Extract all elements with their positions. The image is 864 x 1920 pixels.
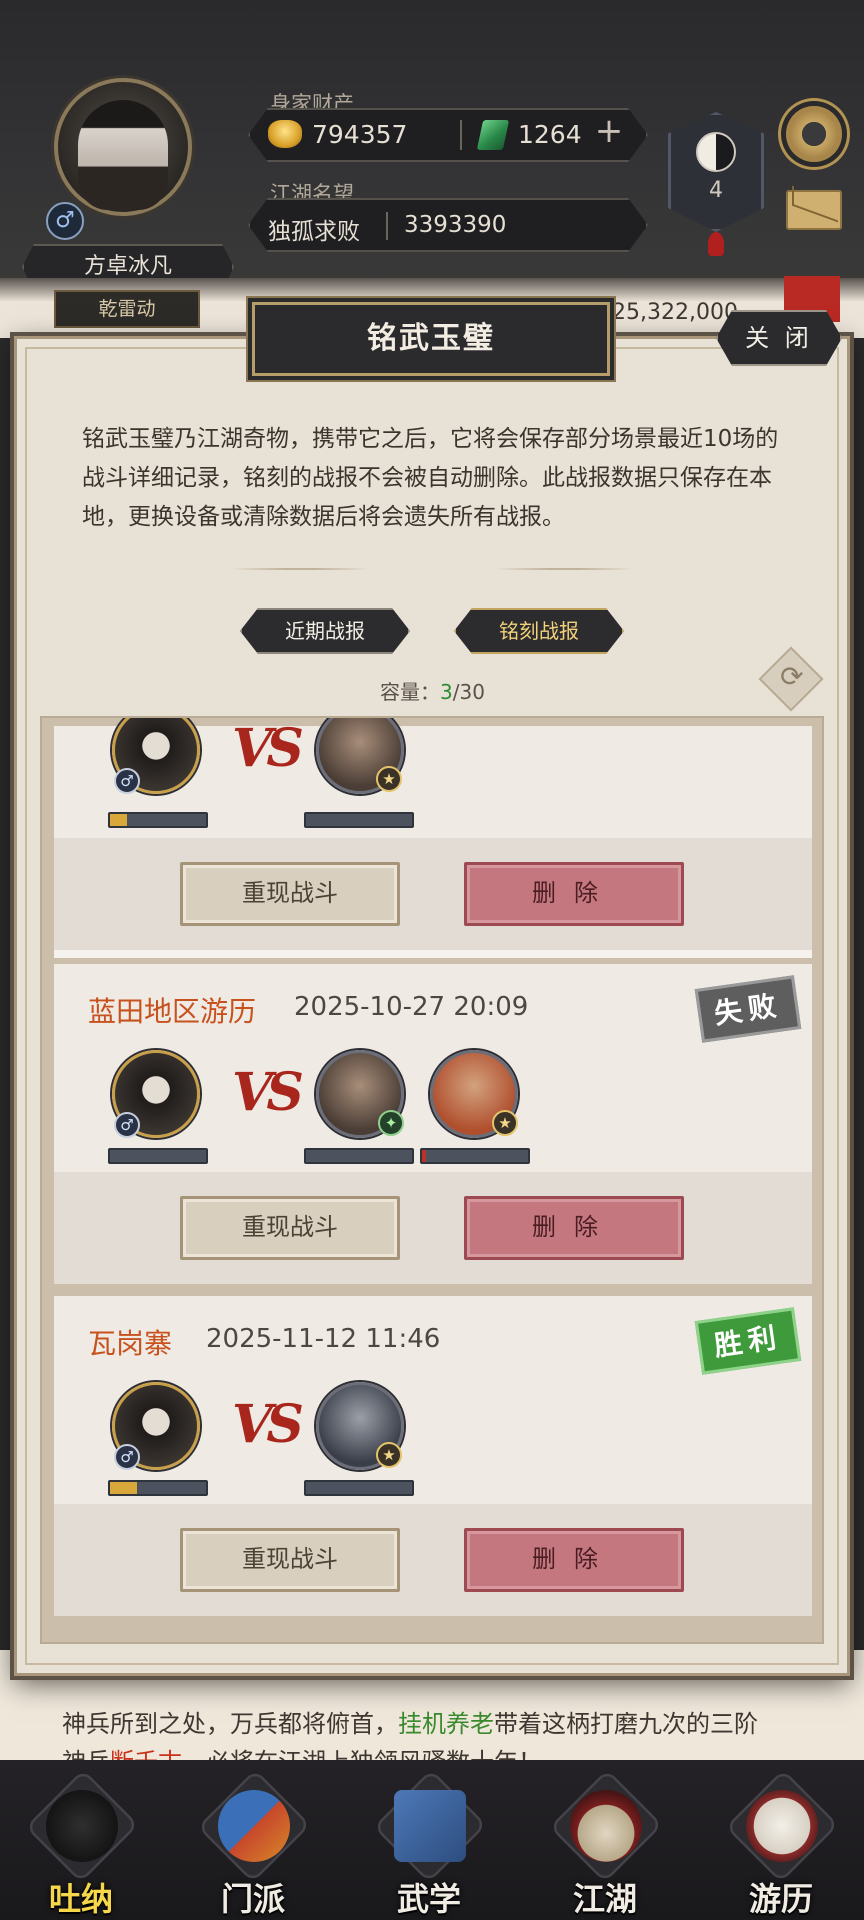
nav-tab-sect[interactable]: 门派 — [188, 1769, 318, 1918]
story-line-1: 神兵所到之处，万兵都将俯首，挂机养老带着这柄打磨九次的三阶 — [62, 1704, 758, 1739]
ornament-divider-left — [230, 568, 370, 570]
add-currency-button[interactable]: + — [592, 114, 626, 150]
nav-label: 游历 — [748, 1880, 813, 1918]
delete-record-button[interactable]: 删除 — [464, 1528, 684, 1592]
dialog-description: 铭武玉璧乃江湖奇物，携带它之后，它将会保存部分场景最近10场的战斗详细记录，铭刻… — [82, 426, 779, 530]
bottom-navigation: 吐纳 门派 武学 江湖 游历 — [0, 1760, 864, 1920]
story-text: 带着这柄打磨九次的三阶 — [494, 1710, 758, 1738]
meditation-icon — [46, 1790, 118, 1862]
nav-tab-martial[interactable]: 武学 — [364, 1769, 494, 1918]
rank-badge-icon: ★ — [492, 1110, 518, 1136]
close-button[interactable]: 关 闭 — [716, 310, 842, 366]
gear-icon[interactable] — [786, 106, 842, 162]
straw-hat-icon — [570, 1790, 642, 1862]
horse-icon — [746, 1790, 818, 1862]
record-battle-area: 瓦岗寨 2025-11-12 11:46 胜利 ♂ VS ★ — [54, 1296, 812, 1504]
jade-amount: 1264 — [518, 120, 582, 149]
capacity-used: 3 — [440, 680, 453, 704]
male-gender-icon: ♂ — [114, 1112, 140, 1138]
nav-label: 吐纳 — [48, 1880, 113, 1918]
male-gender-icon: ♂ — [46, 202, 84, 240]
male-gender-icon: ♂ — [114, 768, 140, 794]
replay-battle-button[interactable]: 重现战斗 — [180, 862, 400, 926]
tab-recent-reports[interactable]: 近期战报 — [240, 608, 410, 654]
sect-icon — [218, 1790, 290, 1862]
battle-record-card: ♂ VS ★ 重现战斗 删除 — [54, 718, 812, 958]
player-health-bar — [108, 1480, 208, 1496]
replay-battle-button[interactable]: 重现战斗 — [180, 1196, 400, 1260]
record-actions: 重现战斗 删除 — [54, 838, 812, 950]
enemy-health-bar — [420, 1148, 530, 1164]
health-fill — [110, 814, 128, 826]
reputation-value: 3393390 — [404, 212, 507, 238]
capacity-label: 容量： — [380, 680, 440, 704]
enemy-health-bar — [304, 1148, 414, 1164]
divider — [460, 120, 462, 150]
enemy-health-bar — [304, 1480, 414, 1496]
victory-stamp: 胜利 — [694, 1307, 802, 1375]
player-health-bar — [108, 1148, 208, 1164]
delete-record-button[interactable]: 删除 — [464, 862, 684, 926]
ornament-divider-right — [494, 568, 634, 570]
medal-level: 4 — [709, 178, 723, 203]
taiji-medal-button[interactable] — [668, 112, 764, 232]
male-gender-icon: ♂ — [114, 1444, 140, 1470]
record-location: 瓦岗寨 — [88, 1327, 173, 1360]
player-avatar[interactable]: ♂ — [40, 60, 200, 240]
nav-label: 江湖 — [572, 1880, 637, 1918]
versus-icon: VS — [232, 1062, 304, 1123]
nav-label: 武学 — [396, 1880, 461, 1918]
wealth-bar — [248, 108, 648, 162]
dialog-title: 铭武玉璧 — [367, 321, 495, 356]
divider — [386, 212, 388, 240]
story-player-name: 挂机养老 — [398, 1710, 494, 1738]
nav-tab-travel[interactable]: 游历 — [716, 1769, 846, 1918]
capacity-indicator: 容量：3/30 — [380, 676, 485, 705]
enemy-health-bar — [304, 812, 414, 828]
tab-engraved-reports[interactable]: 铭刻战报 — [454, 608, 624, 654]
rank-badge-icon: ★ — [376, 1442, 402, 1468]
coin-amount: 794357 — [312, 120, 408, 149]
record-location: 蓝田地区游历 — [88, 995, 257, 1028]
reputation-title: 独孤求败 — [268, 219, 360, 245]
battle-record-card: 蓝田地区游历 2025-10-27 20:09 失败 ♂ VS ✦ ★ 重现战斗… — [54, 964, 812, 1284]
record-time: 2025-11-12 11:46 — [206, 1324, 441, 1354]
record-actions: 重现战斗 删除 — [54, 1172, 812, 1284]
nav-tab-jianghu[interactable]: 江湖 — [540, 1769, 670, 1918]
health-fill — [110, 1482, 137, 1494]
martial-book-icon — [394, 1790, 466, 1862]
battle-record-card: 瓦岗寨 2025-11-12 11:46 胜利 ♂ VS ★ 重现战斗 删除 — [54, 1296, 812, 1616]
health-fill — [422, 1150, 427, 1162]
versus-icon: VS — [232, 1394, 304, 1455]
rank-badge-icon: ★ — [376, 766, 402, 792]
mail-icon[interactable] — [786, 190, 842, 230]
record-battle-area: 蓝田地区游历 2025-10-27 20:09 失败 ♂ VS ✦ ★ — [54, 964, 812, 1172]
player-health-bar — [108, 812, 208, 828]
nav-tab-tuna[interactable]: 吐纳 — [16, 1769, 146, 1918]
delete-record-button[interactable]: 删除 — [464, 1196, 684, 1260]
top-status-bar: ♂ 方卓冰凡 身家财产 794357 1264 + 江湖名望 独孤求败 3393… — [0, 0, 864, 300]
defeat-stamp: 失败 — [694, 975, 802, 1043]
replay-battle-button[interactable]: 重现战斗 — [180, 1528, 400, 1592]
yin-yang-icon — [696, 132, 736, 172]
rank-badge-icon: ✦ — [378, 1110, 404, 1136]
battle-record-list[interactable]: ♂ VS ★ 重现战斗 删除 蓝田地区游历 2025-10-27 20:09 失… — [40, 716, 824, 1644]
nav-label: 门派 — [220, 1880, 285, 1918]
gold-ingot-icon — [268, 120, 302, 148]
record-actions: 重现战斗 删除 — [54, 1504, 812, 1616]
capacity-total: /30 — [452, 680, 485, 704]
avatar-portrait — [78, 100, 168, 210]
record-time: 2025-10-27 20:09 — [294, 992, 529, 1022]
tassel-icon — [708, 232, 724, 256]
versus-icon: VS — [232, 718, 304, 779]
story-text: 神兵所到之处，万兵都将俯首， — [62, 1710, 398, 1738]
record-battle-area: ♂ VS ★ — [54, 718, 812, 838]
dialog-title-plate: 铭武玉璧 — [252, 302, 610, 376]
